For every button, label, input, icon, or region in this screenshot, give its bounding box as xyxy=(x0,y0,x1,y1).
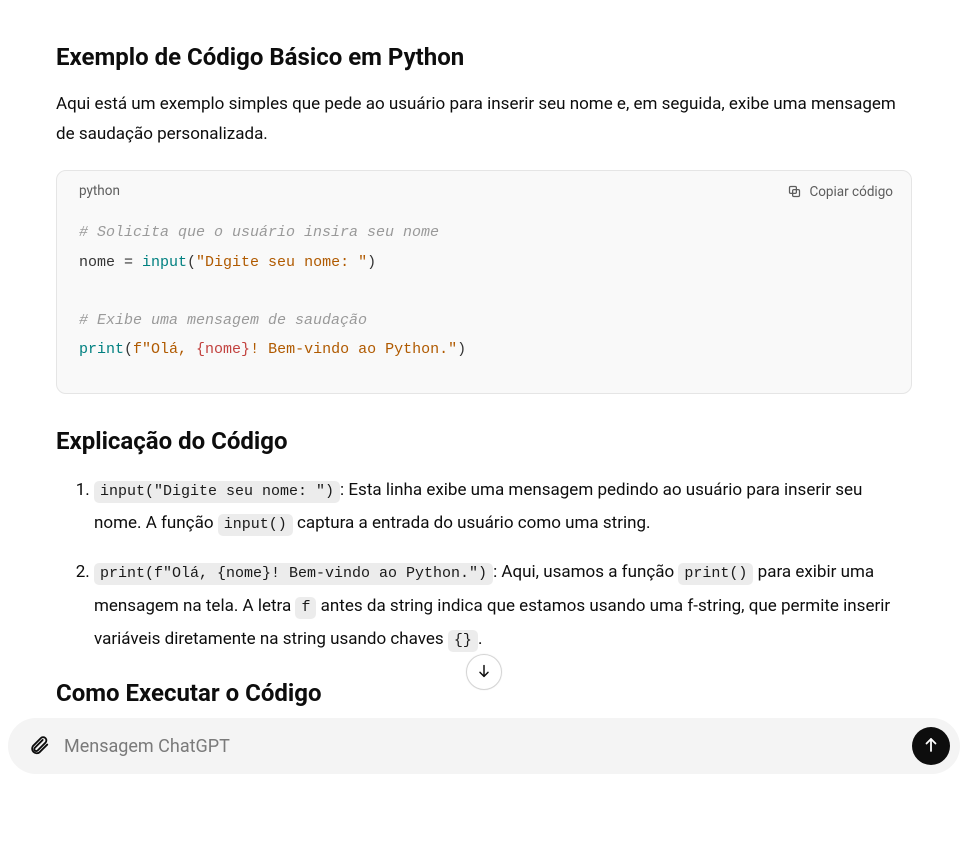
intro-paragraph: Aqui está um exemplo simples que pede ao… xyxy=(56,90,912,150)
inline-code: print() xyxy=(678,563,753,585)
section-title-example: Exemplo de Código Básico em Python xyxy=(56,38,912,76)
inline-code: print(f"Olá, {nome}! Bem-vindo ao Python… xyxy=(94,563,493,585)
code-content: # Solicita que o usuário insira seu nome… xyxy=(57,208,911,392)
code-block-header: python Copiar código xyxy=(57,171,911,209)
inline-code: {} xyxy=(448,630,478,652)
arrow-down-icon xyxy=(476,663,492,682)
explanation-list: input("Digite seu nome: "): Esta linha e… xyxy=(56,474,912,656)
inline-code: f xyxy=(295,597,316,619)
message-input[interactable] xyxy=(58,736,912,757)
code-block: python Copiar código # Solicita que o us… xyxy=(56,170,912,394)
inline-code: input() xyxy=(218,514,293,536)
paperclip-icon xyxy=(28,734,50,759)
code-language-label: python xyxy=(79,181,120,203)
list-item: input("Digite seu nome: "): Esta linha e… xyxy=(94,474,912,540)
copy-icon xyxy=(787,184,802,199)
section-title-explanation: Explicação do Código xyxy=(56,422,912,460)
copy-code-label: Copiar código xyxy=(809,184,893,200)
copy-code-button[interactable]: Copiar código xyxy=(787,182,893,202)
arrow-up-icon xyxy=(922,736,940,757)
scroll-to-bottom-button[interactable] xyxy=(466,654,502,690)
send-button[interactable] xyxy=(912,727,950,765)
inline-code: input("Digite seu nome: ") xyxy=(94,481,340,503)
list-item: print(f"Olá, {nome}! Bem-vindo ao Python… xyxy=(94,556,912,655)
attach-file-button[interactable] xyxy=(20,727,58,765)
message-composer xyxy=(8,718,960,774)
